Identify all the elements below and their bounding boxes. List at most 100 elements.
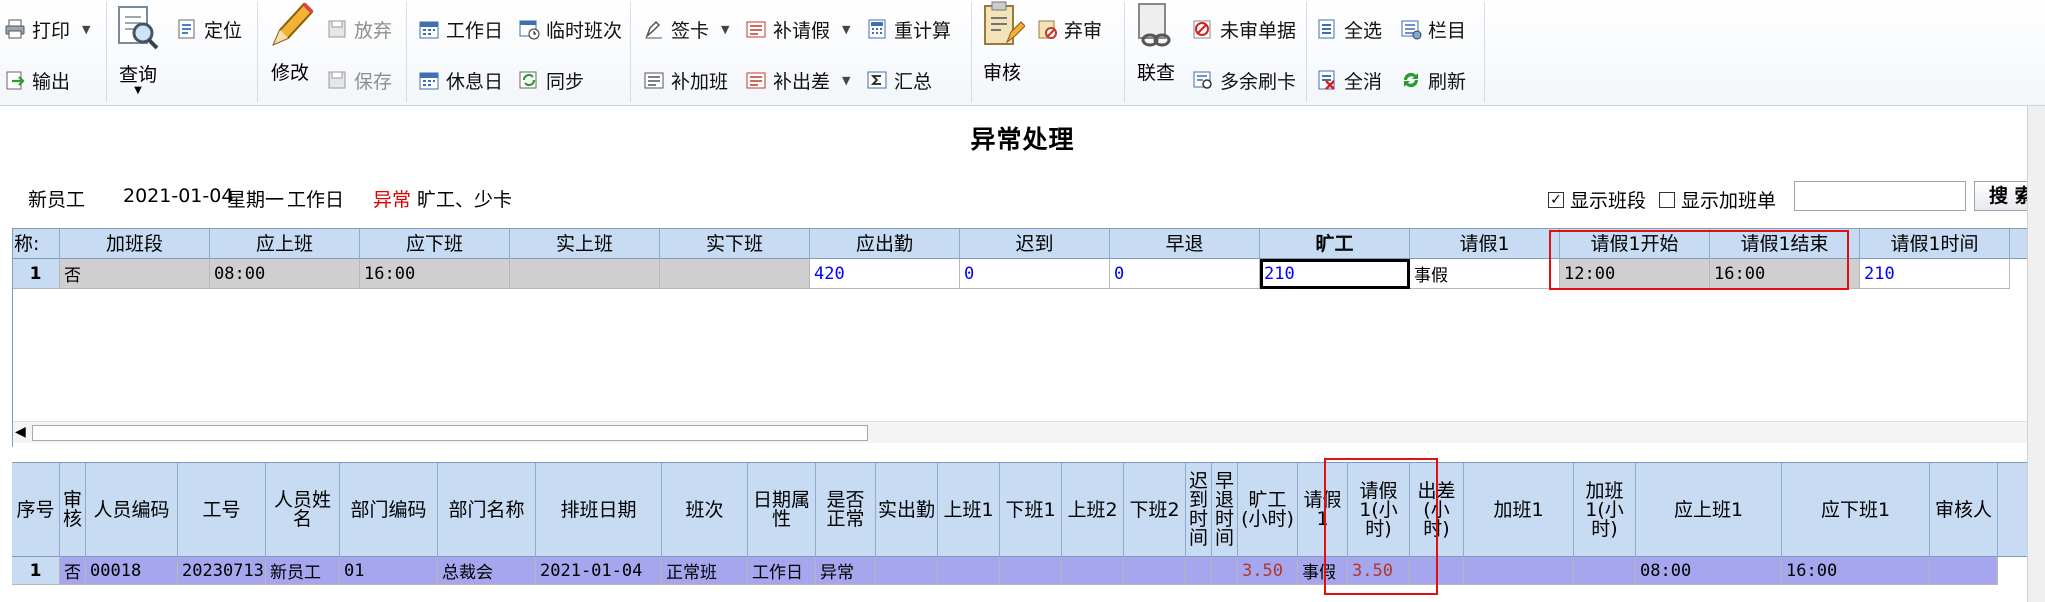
clear-all-button[interactable]: 全消 (1316, 63, 1382, 97)
column-header[interactable]: 早退时间 (1212, 463, 1238, 557)
chevron-down-icon[interactable]: ▼ (721, 23, 729, 36)
recalc-button[interactable]: 重计算 (866, 12, 951, 46)
table-cell[interactable] (1410, 557, 1464, 585)
table-cell[interactable] (510, 259, 660, 289)
table-cell[interactable]: 12:00 (1560, 259, 1710, 289)
column-header[interactable]: 序号 (12, 463, 60, 557)
column-header[interactable]: 人员编码 (86, 463, 178, 557)
column-header[interactable]: 旷工(小时) (1238, 463, 1298, 557)
column-header[interactable]: 出差(小时) (1410, 463, 1464, 557)
column-header[interactable]: 人员姓名 (266, 463, 340, 557)
table-cell[interactable]: 事假 (1410, 259, 1560, 289)
table-cell[interactable]: 否 (60, 259, 210, 289)
table-cell[interactable] (1062, 557, 1124, 585)
column-header[interactable]: 部门名称 (438, 463, 536, 557)
table-cell[interactable]: 01 (340, 557, 438, 585)
restday-button[interactable]: 休息日 (418, 63, 503, 97)
table-cell[interactable]: 否 (60, 557, 86, 585)
column-header[interactable]: 迟到时间 (1186, 463, 1212, 557)
table-cell[interactable]: 210 (1260, 259, 1410, 289)
column-header[interactable]: 请假1 (1410, 229, 1560, 259)
column-header[interactable]: 请假1结束 (1710, 229, 1860, 259)
column-header[interactable]: 请假1时间 (1860, 229, 2010, 259)
column-header[interactable]: 加班段 (60, 229, 210, 259)
table-cell[interactable]: 事假 (1298, 557, 1348, 585)
column-header[interactable]: 审核 (60, 463, 86, 557)
scrollbar-thumb[interactable] (32, 425, 868, 441)
column-header[interactable]: 加班1(小时) (1574, 463, 1636, 557)
table-cell[interactable] (938, 557, 1000, 585)
table-cell[interactable] (1464, 557, 1574, 585)
column-header[interactable]: 请假1(小时) (1348, 463, 1410, 557)
column-header[interactable]: 日期属性 (748, 463, 816, 557)
column-header[interactable]: 班次 (662, 463, 748, 557)
modify-button[interactable]: 修改 (266, 0, 314, 85)
table-cell[interactable]: 420 (810, 259, 960, 289)
column-header[interactable]: 请假1 (1298, 463, 1348, 557)
add-overtime-button[interactable]: 补加班 (643, 63, 728, 97)
column-header[interactable]: 审核人 (1930, 463, 1998, 557)
horizontal-scrollbar[interactable]: ◀ (12, 421, 2027, 443)
table-cell[interactable] (660, 259, 810, 289)
table-cell[interactable]: 08:00 (210, 259, 360, 289)
column-header[interactable]: 应上班1 (1636, 463, 1782, 557)
table-cell[interactable]: 00018 (86, 557, 178, 585)
table-cell[interactable]: 08:00 (1636, 557, 1782, 585)
column-header[interactable]: 应出勤 (810, 229, 960, 259)
column-header[interactable]: 排班日期 (536, 463, 662, 557)
column-header[interactable]: 加班1 (1464, 463, 1574, 557)
column-header[interactable]: 上班1 (938, 463, 1000, 557)
save-button[interactable]: 保存 (326, 63, 392, 97)
show-shift-checkbox[interactable]: ✓ 显示班段 (1548, 186, 1646, 213)
table-cell[interactable]: 0 (960, 259, 1110, 289)
table-cell[interactable] (876, 557, 938, 585)
table-cell[interactable]: 16:00 (1710, 259, 1860, 289)
sign-card-button[interactable]: 签卡 ▼ (643, 12, 729, 46)
unreviewed-button[interactable]: 未审单据 (1192, 12, 1296, 46)
table-cell[interactable] (1574, 557, 1636, 585)
extra-card-button[interactable]: 多余刷卡 (1192, 63, 1296, 97)
column-header[interactable]: 应下班 (360, 229, 510, 259)
select-all-button[interactable]: 全选 (1316, 12, 1382, 46)
discard-button[interactable]: 放弃 (326, 12, 392, 46)
chevron-down-icon[interactable]: ▼ (842, 23, 850, 36)
locate-button[interactable]: 定位 (176, 12, 242, 46)
column-header[interactable]: 实出勤 (876, 463, 938, 557)
table-cell[interactable] (1000, 557, 1062, 585)
table-cell[interactable]: 16:00 (360, 259, 510, 289)
chevron-down-icon[interactable]: ▼ (82, 23, 90, 36)
column-header[interactable]: 早退 (1110, 229, 1260, 259)
table-cell[interactable]: 210 (1860, 259, 2010, 289)
temp-shift-button[interactable]: 临时班次 (518, 12, 622, 46)
abandon-review-button[interactable]: 弃审 (1036, 12, 1102, 46)
columns-button[interactable]: 栏目 (1400, 12, 1466, 46)
column-header[interactable]: 应上班 (210, 229, 360, 259)
joint-query-button[interactable]: 联查 (1132, 0, 1180, 85)
column-header[interactable]: 请假1开始 (1560, 229, 1710, 259)
print-button[interactable]: 打印 ▼ (4, 12, 90, 46)
column-header[interactable]: 上班2 (1062, 463, 1124, 557)
table-cell[interactable]: 异常 (816, 557, 876, 585)
column-header[interactable]: 迟到 (960, 229, 1110, 259)
table-cell[interactable]: 2021-01-04 (536, 557, 662, 585)
show-overtime-checkbox[interactable]: 显示加班单 (1659, 186, 1776, 213)
sync-button[interactable]: 同步 (518, 63, 584, 97)
table-cell[interactable]: 3.50 (1238, 557, 1298, 585)
column-header[interactable]: 工号 (178, 463, 266, 557)
table-cell[interactable] (1930, 557, 1998, 585)
vertical-scrollbar[interactable] (2027, 106, 2045, 602)
column-header[interactable]: 应下班1 (1782, 463, 1930, 557)
add-trip-button[interactable]: 补出差 ▼ (745, 63, 850, 97)
table-cell[interactable]: 工作日 (748, 557, 816, 585)
table-cell[interactable]: 总裁会 (438, 557, 536, 585)
review-button[interactable]: 审核 (978, 0, 1026, 85)
add-leave-button[interactable]: 补请假 ▼ (745, 12, 850, 46)
column-header[interactable]: 下班1 (1000, 463, 1062, 557)
table-cell[interactable]: 20230713 (178, 557, 266, 585)
search-input[interactable] (1794, 181, 1966, 211)
query-button[interactable]: 查询 ▼ (114, 2, 162, 96)
column-header[interactable]: 实下班 (660, 229, 810, 259)
table-cell[interactable] (1212, 557, 1238, 585)
column-header[interactable]: 实上班 (510, 229, 660, 259)
refresh-button[interactable]: 刷新 (1400, 63, 1466, 97)
